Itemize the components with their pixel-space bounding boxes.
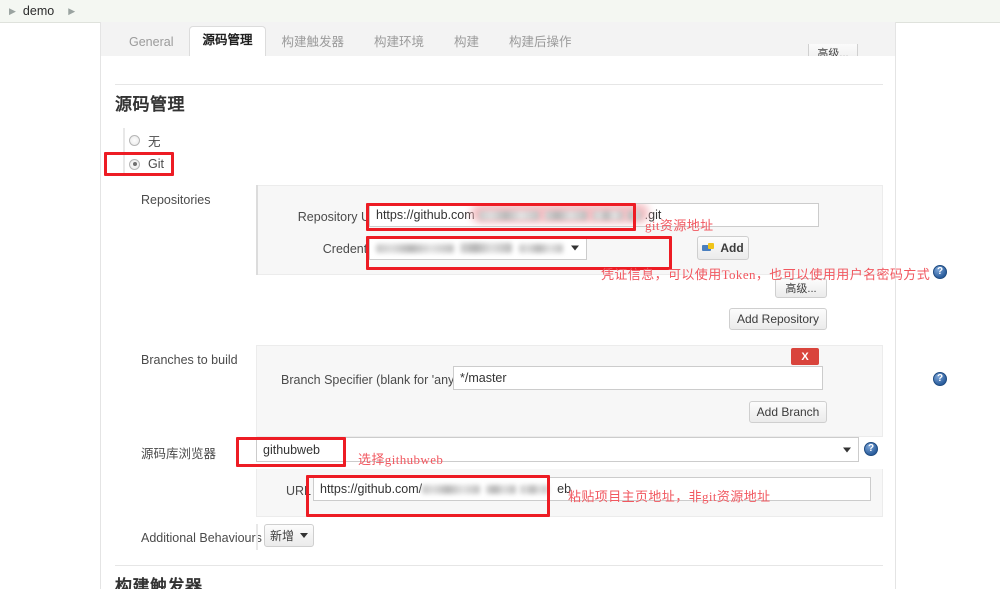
radio-none-label: 无 <box>148 131 161 150</box>
divider-bottom <box>115 565 883 566</box>
additional-behaviours-rule <box>256 524 258 550</box>
breadcrumb: ▶ demo ▶ <box>0 0 1000 23</box>
tab-post-build-actions[interactable]: 构建后操作 <box>495 28 586 57</box>
next-section-title: 构建触发器 <box>115 572 203 589</box>
annotation-box-browser-select <box>236 437 346 467</box>
delete-branch-button[interactable]: X <box>791 348 819 365</box>
repositories-rule <box>256 185 268 275</box>
branches-to-build-label: Branches to build <box>141 353 238 367</box>
credentials-add-button[interactable]: Add <box>697 236 749 260</box>
annotation-text-select-githubweb: 选择githubweb <box>358 449 443 468</box>
annotation-text-paste-homepage: 粘贴项目主页地址，非git资源地址 <box>568 486 771 505</box>
add-credentials-icon <box>702 243 715 253</box>
tab-scm[interactable]: 源码管理 <box>189 26 265 57</box>
tab-build-environment[interactable]: 构建环境 <box>360 28 438 57</box>
config-tab-bar: General 源码管理 构建触发器 构建环境 构建 构建后操作 <box>100 22 896 56</box>
tab-general[interactable]: General <box>115 28 187 57</box>
page-title: 源码管理 <box>115 90 185 115</box>
tab-build[interactable]: 构建 <box>440 28 493 57</box>
branch-specifier-label: Branch Specifier (blank for 'any') <box>281 373 451 387</box>
add-repository-button[interactable]: Add Repository <box>729 308 827 330</box>
repository-browser-caret-icon[interactable] <box>843 447 851 452</box>
help-icon-branch-specifier[interactable]: ? <box>933 372 947 386</box>
radio-none-icon[interactable] <box>129 135 140 146</box>
help-icon-repository-url[interactable]: ? <box>933 265 947 279</box>
add-branch-button[interactable]: Add Branch <box>749 401 827 423</box>
tab-build-triggers[interactable]: 构建触发器 <box>268 28 359 57</box>
radio-option-none[interactable]: 无 <box>129 131 161 150</box>
branch-specifier-input[interactable]: */master <box>453 366 823 390</box>
breadcrumb-chevron-icon: ▶ <box>0 7 23 16</box>
additional-behaviours-add-label: 新增 <box>270 527 294 544</box>
annotation-box-browser-url <box>306 475 550 517</box>
breadcrumb-item-demo[interactable]: demo <box>23 4 54 18</box>
repository-browser-select[interactable]: githubweb <box>256 437 859 462</box>
annotation-text-git-url: git资源地址 <box>645 215 714 234</box>
annotation-box-repository-url <box>366 203 636 231</box>
repositories-label: Repositories <box>141 193 210 207</box>
additional-behaviours-add-button[interactable]: 新增 <box>264 524 314 547</box>
annotation-text-credentials: 凭证信息，可以使用Token，也可以使用用户名密码方式 <box>601 264 930 283</box>
help-icon-repository-browser[interactable]: ? <box>864 442 878 456</box>
jenkins-job-config-screen: ▶ demo ▶ General 源码管理 构建触发器 构建环境 构建 构建后操… <box>0 0 1000 589</box>
additional-behaviours-caret-icon <box>300 533 308 538</box>
divider-top <box>115 84 883 85</box>
breadcrumb-chevron-down-icon[interactable]: ▶ <box>54 6 83 17</box>
annotation-box-git-radio <box>104 152 174 176</box>
config-tabs: General 源码管理 构建触发器 构建环境 构建 构建后操作 <box>101 22 588 56</box>
branches-block <box>256 345 883 437</box>
credentials-add-label: Add <box>720 241 743 255</box>
repository-browser-url-label: URL <box>256 484 311 498</box>
repository-browser-label: 源码库浏览器 <box>141 443 216 462</box>
additional-behaviours-label: Additional Behaviours <box>141 531 262 545</box>
